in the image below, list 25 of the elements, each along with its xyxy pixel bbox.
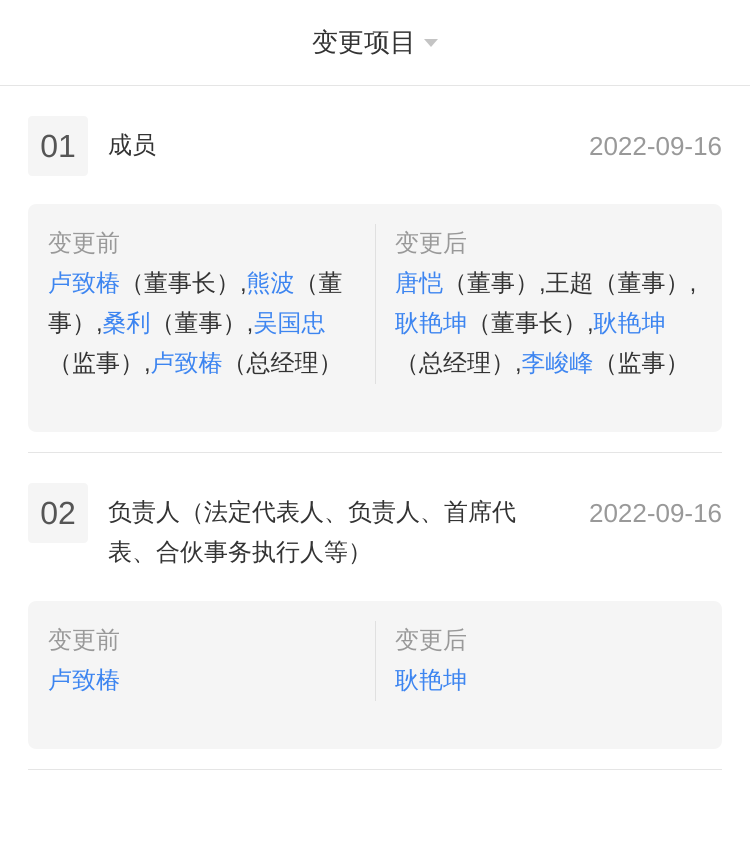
person-link[interactable]: 卢致椿 [48, 270, 120, 297]
person-link[interactable]: 桑利 [102, 310, 151, 337]
caret-icon[interactable] [424, 38, 438, 46]
person-link[interactable]: 耿艳坤 [395, 310, 467, 337]
item-date: 2022-09-16 [589, 130, 722, 163]
item-number: 02 [28, 483, 88, 543]
person-link[interactable]: 耿艳坤 [594, 310, 666, 337]
person-link[interactable]: 卢致椿 [150, 350, 223, 377]
column-label: 变更前 [48, 229, 121, 259]
person-link[interactable]: 唐恺 [395, 270, 443, 297]
column-label: 变更后 [395, 626, 468, 656]
change-text: 卢致椿（董事长）,熊波（董事）,桑利（董事）,吴国忠 （监事）,卢致椿（总经理） [48, 269, 344, 379]
change-text: 唐恺（董事）,王超（董事）, 耿艳坤（董事长）,耿艳坤 （总经理）,李峻峰（监事） [395, 269, 698, 379]
person-link[interactable]: 李峻峰 [522, 350, 594, 377]
column-label: 变更前 [48, 626, 121, 656]
person-link[interactable]: 卢致椿 [48, 667, 120, 694]
person-link[interactable]: 吴国忠 [253, 310, 326, 337]
item-date: 2022-09-16 [589, 497, 722, 530]
person-link[interactable]: 熊波 [246, 270, 295, 297]
person-link[interactable]: 耿艳坤 [395, 667, 467, 694]
item-title: 负责人（法定代表人、负责人、首席代表、合伙事务执行人等） [108, 498, 517, 568]
item-number: 01 [28, 116, 88, 176]
header-title[interactable]: 变更项目 [312, 23, 416, 62]
item-title: 成员 [108, 131, 157, 161]
column-label: 变更后 [395, 229, 468, 259]
